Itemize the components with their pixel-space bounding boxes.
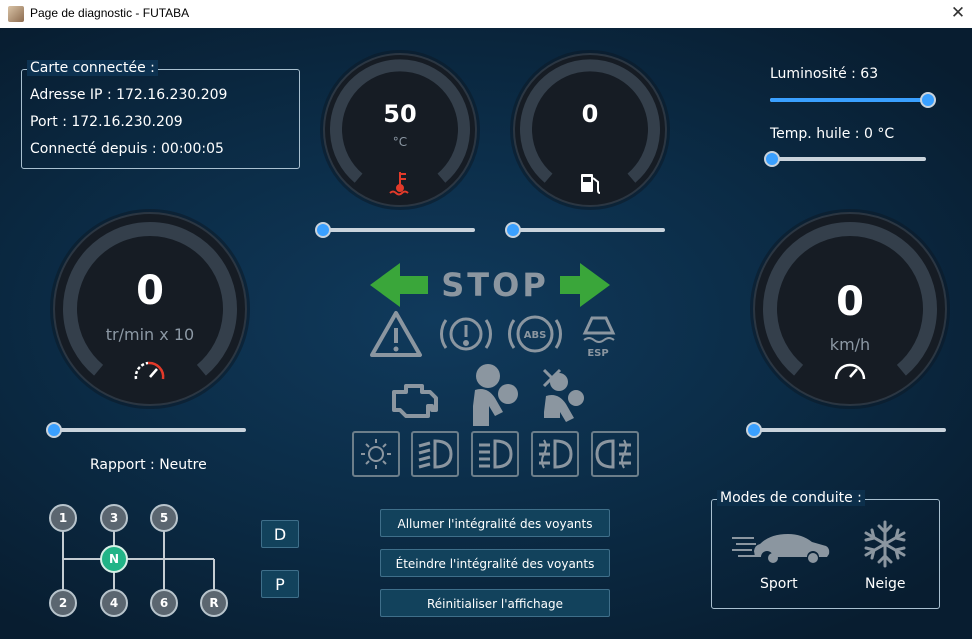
rpm-slider-handle[interactable] <box>46 422 62 438</box>
hazard-warning-icon[interactable] <box>370 311 422 357</box>
port-label: Port : 172.16.230.209 <box>30 114 183 130</box>
oil-temperature-label: Temp. huile : 0 °C <box>770 126 895 142</box>
connection-legend: Carte connectée : <box>27 60 158 76</box>
gear-reverse[interactable]: R <box>200 589 228 617</box>
rpm-slider[interactable] <box>46 422 246 438</box>
temperature-slider[interactable] <box>315 222 475 238</box>
fuel-slider-handle[interactable] <box>505 222 521 238</box>
sport-mode-label: Sport <box>760 576 798 592</box>
position-lights-indicator[interactable] <box>352 431 400 477</box>
speed-gauge: 0 km/h <box>750 209 950 409</box>
gear-4[interactable]: 4 <box>100 589 128 617</box>
uptime-label: Connecté depuis : 00:00:05 <box>30 141 224 157</box>
turn-left-arrow-icon[interactable] <box>370 263 428 307</box>
sun-light-icon <box>361 439 391 469</box>
ip-address-label: Adresse IP : 172.16.230.209 <box>30 87 228 103</box>
rear-fog-light-indicator[interactable] <box>591 431 639 477</box>
snow-mode-option[interactable]: Neige <box>852 518 922 602</box>
engine-check-icon[interactable] <box>392 384 438 418</box>
fuel-value: 0 <box>582 100 599 128</box>
gear-2[interactable]: 2 <box>49 589 77 617</box>
brightness-slider[interactable] <box>770 92 936 108</box>
rpm-unit: tr/min x 10 <box>106 325 194 344</box>
front-fog-light-icon <box>539 439 573 469</box>
brightness-label: Luminosité : 63 <box>770 66 879 82</box>
all-lights-on-button[interactable]: Allumer l'intégralité des voyants <box>380 509 610 537</box>
park-button[interactable]: P <box>261 570 299 598</box>
diagnostic-window: Page de diagnostic - FUTABA ✕ Carte conn… <box>0 0 972 639</box>
brake-warning-icon[interactable] <box>439 317 493 351</box>
sport-mode-option[interactable]: Sport <box>730 522 830 602</box>
abs-warning-icon[interactable]: ABS <box>507 315 563 353</box>
close-icon[interactable]: ✕ <box>948 3 968 23</box>
stop-indicator[interactable]: STOP <box>441 266 549 304</box>
temperature-value: 50 <box>383 100 416 128</box>
title-bar: Page de diagnostic - FUTABA ✕ <box>0 0 972 28</box>
esp-warning-icon[interactable]: ESP <box>582 316 616 359</box>
abs-label: ABS <box>524 330 547 341</box>
esp-label: ESP <box>587 348 608 359</box>
speed-value: 0 <box>836 279 864 325</box>
drive-button[interactable]: D <box>261 520 299 548</box>
gear-3[interactable]: 3 <box>100 504 128 532</box>
rear-fog-light-icon <box>595 439 631 469</box>
drive-modes-legend: Modes de conduite : <box>717 490 865 506</box>
temperature-unit: °C <box>393 135 407 149</box>
fuel-gauge: 0 <box>510 50 670 210</box>
gear-1[interactable]: 1 <box>49 504 77 532</box>
gear-neutral[interactable]: N <box>100 545 128 573</box>
high-beam-indicator[interactable] <box>471 431 519 477</box>
snowflake-icon <box>864 520 906 568</box>
rpm-gauge: 0 tr/min x 10 <box>50 209 250 409</box>
snow-mode-label: Neige <box>865 576 906 592</box>
oil-temperature-slider-handle[interactable] <box>764 151 780 167</box>
fuel-slider[interactable] <box>505 222 665 238</box>
gear-status-label: Rapport : Neutre <box>90 457 207 473</box>
app-icon <box>8 6 24 22</box>
airbag-icon[interactable] <box>473 364 518 426</box>
airbag-off-icon[interactable] <box>542 368 584 422</box>
rpm-value: 0 <box>136 268 164 314</box>
gear-5[interactable]: 5 <box>150 504 178 532</box>
reset-display-button[interactable]: Réinitialiser l'affichage <box>380 589 610 617</box>
low-beam-icon <box>418 439 453 469</box>
window-title: Page de diagnostic - FUTABA <box>30 6 190 20</box>
high-beam-icon <box>479 439 513 469</box>
low-beam-indicator[interactable] <box>411 431 459 477</box>
fog-light-indicator[interactable] <box>531 431 579 477</box>
speed-slider[interactable] <box>746 422 946 438</box>
brightness-slider-handle[interactable] <box>920 92 936 108</box>
speed-unit: km/h <box>830 335 870 354</box>
sport-car-icon <box>732 534 830 563</box>
gear-6[interactable]: 6 <box>150 589 178 617</box>
all-lights-off-button[interactable]: Éteindre l'intégralité des voyants <box>380 549 610 577</box>
temperature-slider-handle[interactable] <box>315 222 331 238</box>
temperature-gauge: 50 °C <box>320 50 480 210</box>
turn-right-arrow-icon[interactable] <box>560 263 610 307</box>
speed-slider-handle[interactable] <box>746 422 762 438</box>
oil-temperature-slider[interactable] <box>764 151 926 167</box>
